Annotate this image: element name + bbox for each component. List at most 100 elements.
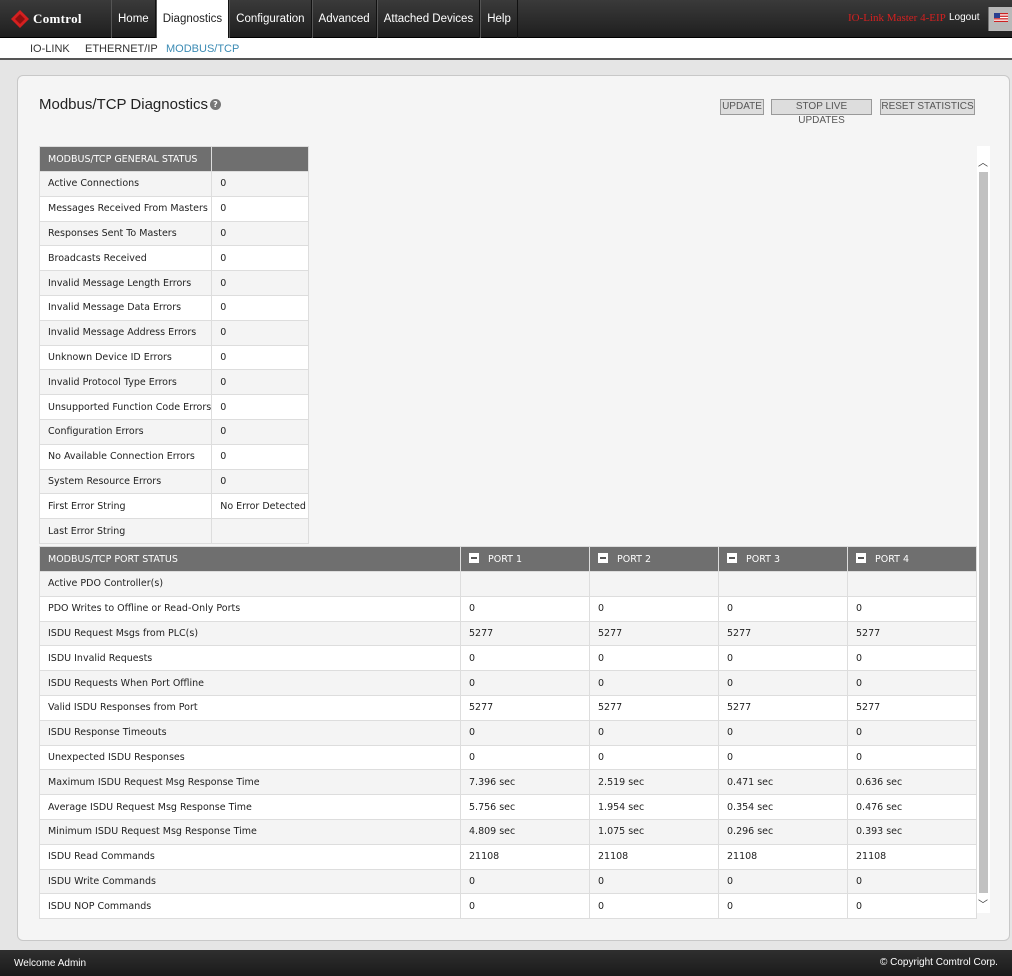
port-1-value: 7.396 sec	[460, 769, 590, 796]
port-2-value: 5277	[589, 620, 719, 647]
table-row: Minimum ISDU Request Msg Response Time 4.…	[39, 818, 977, 845]
row-label: First Error String	[38, 493, 213, 520]
subtab-modbus-tcp[interactable]: MODBUS/TCP	[166, 43, 239, 55]
port-2-value: 2.519 sec	[589, 769, 719, 796]
row-label: ISDU Response Timeouts	[39, 719, 461, 746]
row-label: Configuration Errors	[38, 418, 213, 445]
row-label: Invalid Message Address Errors	[38, 319, 213, 346]
scroll-up-icon[interactable]: ︿	[978, 154, 988, 169]
row-value: 0	[211, 468, 309, 495]
row-value: 0	[211, 344, 309, 371]
scrollbar-thumb[interactable]	[979, 172, 988, 893]
row-label: Responses Sent To Masters	[38, 220, 213, 247]
row-value: 0	[211, 171, 309, 197]
port-3-header[interactable]: PORT 3	[718, 546, 848, 572]
scroll-down-icon[interactable]: ﹀	[978, 896, 988, 911]
stop-live-updates-button[interactable]: STOP LIVE UPDATES	[771, 99, 872, 126]
port-label: PORT 1	[488, 554, 522, 565]
row-label: PDO Writes to Offline or Read-Only Ports	[39, 595, 461, 622]
port-3-value: 0	[718, 893, 848, 920]
row-label: ISDU Read Commands	[39, 843, 461, 870]
row-label: Messages Received From Masters	[38, 195, 213, 222]
general-status-table: MODBUS/TCP GENERAL STATUS Active Connect…	[38, 146, 309, 544]
table-row: ISDU Read Commands 21108 21108 21108 21108	[39, 843, 977, 870]
row-value: 0	[211, 319, 309, 346]
collapse-icon[interactable]	[469, 553, 479, 563]
nav-configuration[interactable]: Configuration	[229, 0, 312, 38]
table-row: Active PDO Controller(s)	[39, 571, 977, 597]
port-label: PORT 2	[617, 554, 651, 565]
row-value: 0	[211, 443, 309, 470]
port-2-header[interactable]: PORT 2	[589, 546, 719, 572]
row-label: System Resource Errors	[38, 468, 213, 495]
table-row: Unexpected ISDU Responses 0 0 0 0	[39, 744, 977, 771]
table-row: Broadcasts Received 0	[38, 245, 309, 272]
port-2-value	[589, 571, 719, 597]
table-row: ISDU Write Commands 0 0 0 0	[39, 868, 977, 895]
subtab-io-link[interactable]: IO-LINK	[30, 43, 70, 55]
port-3-value: 0.471 sec	[718, 769, 848, 796]
port-1-value: 5.756 sec	[460, 794, 590, 820]
row-label: Unexpected ISDU Responses	[39, 744, 461, 771]
port-4-value: 0	[847, 744, 977, 771]
collapse-icon[interactable]	[727, 553, 737, 563]
row-label: Average ISDU Request Msg Response Time	[39, 794, 461, 820]
port-4-value: 5277	[847, 694, 977, 721]
update-button[interactable]: UPDATE	[720, 99, 764, 115]
language-flag-button[interactable]	[988, 7, 1012, 31]
port-4-value: 0	[847, 719, 977, 746]
table-row: Invalid Message Address Errors 0	[38, 319, 309, 346]
row-label: Active PDO Controller(s)	[39, 571, 461, 597]
table-row: Unsupported Function Code Errors 0	[38, 394, 309, 420]
port-4-header[interactable]: PORT 4	[847, 546, 977, 572]
row-label: ISDU Requests When Port Offline	[39, 670, 461, 696]
port-1-header[interactable]: PORT 1	[460, 546, 590, 572]
table-row: Average ISDU Request Msg Response Time 5.…	[39, 794, 977, 820]
row-label: Unknown Device ID Errors	[38, 344, 213, 371]
table-row: System Resource Errors 0	[38, 468, 309, 495]
comtrol-diamond-icon	[10, 9, 30, 29]
nav-help[interactable]: Help	[480, 0, 518, 38]
port-2-value: 0	[589, 868, 719, 895]
reset-statistics-button[interactable]: RESET STATISTICS	[880, 99, 975, 115]
port-3-value: 0	[718, 595, 848, 622]
table-row: PDO Writes to Offline or Read-Only Ports…	[39, 595, 977, 622]
help-icon[interactable]: ?	[210, 99, 221, 110]
comtrol-logo[interactable]: Comtrol	[10, 8, 82, 30]
row-label: Broadcasts Received	[38, 245, 213, 272]
row-value	[211, 518, 309, 544]
nav-attached-devices[interactable]: Attached Devices	[376, 0, 481, 38]
port-status-table: MODBUS/TCP PORT STATUS PORT 1 PORT 2 PORT …	[39, 546, 977, 920]
port-3-value: 0.296 sec	[718, 818, 848, 845]
row-label: No Available Connection Errors	[38, 443, 213, 470]
row-label: ISDU Request Msgs from PLC(s)	[39, 620, 461, 647]
port-3-value: 5277	[718, 620, 848, 647]
port-4-value: 0.636 sec	[847, 769, 977, 796]
row-label: ISDU Write Commands	[39, 868, 461, 895]
table-row: ISDU Invalid Requests 0 0 0 0	[39, 645, 977, 672]
nav-advanced[interactable]: Advanced	[311, 0, 377, 38]
port-2-value: 0	[589, 670, 719, 696]
row-value: 0	[211, 294, 309, 321]
table-row: No Available Connection Errors 0	[38, 443, 309, 470]
port-2-value: 0	[589, 893, 719, 920]
logout-link[interactable]: Logout	[949, 12, 980, 23]
row-value: 0	[211, 394, 309, 420]
main-nav: Home Diagnostics Configuration Advanced Atta…	[111, 0, 518, 38]
table-row: Configuration Errors 0	[38, 418, 309, 445]
collapse-icon[interactable]	[598, 553, 608, 563]
table-row: Valid ISDU Responses from Port 5277 5277 52…	[39, 694, 977, 721]
nav-diagnostics[interactable]: Diagnostics	[155, 0, 230, 38]
page-title: Modbus/TCP Diagnostics	[39, 96, 208, 113]
port-3-value: 0	[718, 744, 848, 771]
row-value: 0	[211, 220, 309, 247]
port-1-value: 0	[460, 719, 590, 746]
subtab-ethernet-ip[interactable]: ETHERNET/IP	[85, 43, 158, 55]
row-label: Invalid Message Length Errors	[38, 270, 213, 296]
general-status-header-blank	[211, 146, 309, 172]
nav-home[interactable]: Home	[111, 0, 156, 38]
row-label: Last Error String	[38, 518, 213, 544]
table-row: Invalid Message Length Errors 0	[38, 270, 309, 296]
port-2-value: 0	[589, 744, 719, 771]
collapse-icon[interactable]	[856, 553, 866, 563]
